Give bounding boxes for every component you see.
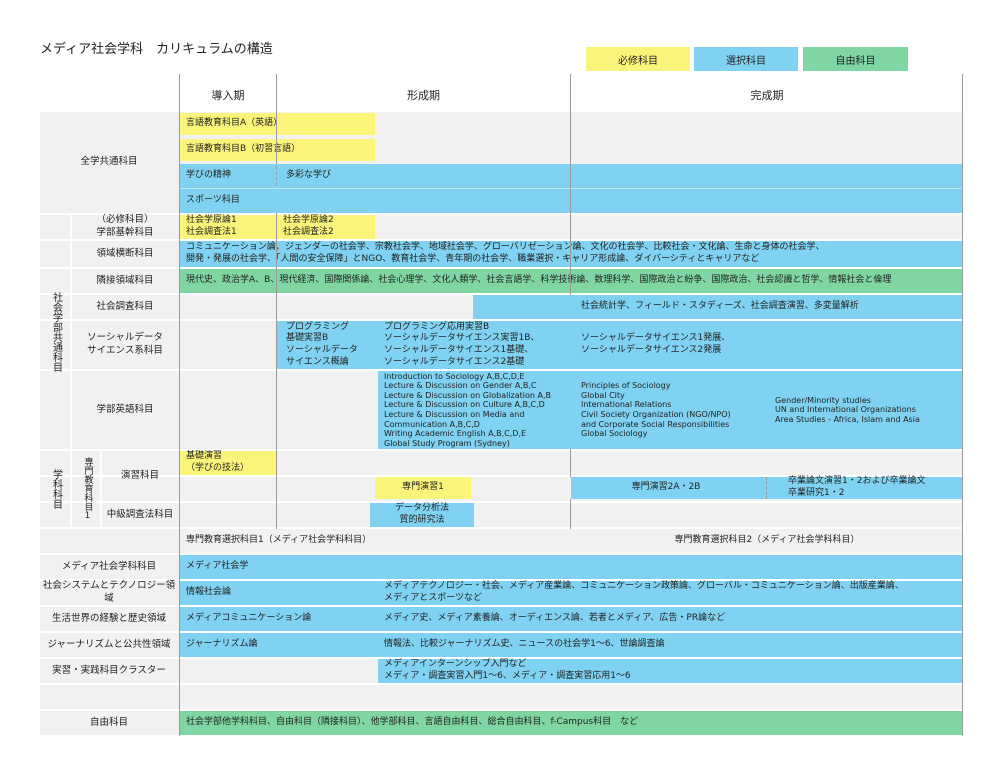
label-gakubu-vertical: 社会学部共通科目 [50,292,62,372]
cell-jouhou: 情報社会論 [186,587,232,598]
label-kiso: （必修科目） 学部基幹科目 [96,214,154,238]
label-rinsetsu: 隣接領域科目 [96,274,154,286]
label-gakka-vertical: 学科科目 [50,469,62,509]
period-intro: 導入期 [211,89,245,102]
label-senmon-vertical: 専門教育科目1 [82,457,93,521]
period-line [962,74,963,736]
legend-elective: 選択科目 [694,47,798,71]
period-formation: 形成期 [407,89,440,102]
label-seikatsu: 生活世界の経験と歴史領域 [51,612,166,624]
cell-gengo-a: 言語教育科目A（英語） [180,113,375,135]
label-zengaku: 全学共通科目 [80,156,138,168]
label-media: メディア社会学科科目 [61,560,157,572]
cell-sds3: ソーシャルデータサイエンス1発展、 ソーシャルデータサイエンス2発展 [581,333,731,355]
cell-media-comm: メディアコミュニケーション論 [186,613,312,624]
period-line [570,74,571,295]
period-line [570,499,571,529]
cell-data: データ分析法 質的研究法 [370,503,474,527]
cell-seikatsu: メディア史、メディア素養論、オーディエンス論、若者とメディア、広告・PR論など [384,613,726,624]
cell-eigo3: Gender/Minority studies UN and Internati… [775,395,920,424]
legend-free: 自由科目 [803,47,908,71]
cell-ryouiki: コミュニケーション論、ジェンダーの社会学、宗教社会学、地域社会学、グローバリゼー… [180,241,963,267]
period-line [570,449,571,477]
header-senmon-sentaku2: 専門教育選択科目2（メディア社会学科科目） [674,535,860,546]
cell-media: メディア社会学 [180,555,963,579]
label-eigo: 学部英語科目 [96,403,154,415]
cell-sds1: プログラミング 基礎実習B ソーシャルデータ サイエンス概論 [286,321,358,367]
label-jiyu: 自由科目 [89,716,128,728]
cell-eigo2: Principles of Sociology Global City Inte… [581,381,731,439]
label-sds: ソーシャルデータ サイエンス系科目 [87,332,163,356]
separator [70,451,72,527]
period-line [276,213,277,529]
cell-kiso2: 社会学原論2 社会調査法2 [277,215,375,239]
cell-tasai: 多彩な学び [286,170,332,181]
page-title: メディア社会学科 カリキュラムの構造 [40,42,273,57]
label-system: 社会システムとテクノロジー領域 [42,580,176,604]
label-jisshu: 実習・実践科目クラスター [52,664,166,676]
label-ryouiki: 領域横断科目 [96,247,154,259]
cell-sports: スポーツ科目 [186,195,240,206]
cell-sotsuron: 卒業論文演習1・2および卒業論文 卒業研究1・2 [788,476,926,498]
cell-journalism: ジャーナリズム論 [186,639,258,650]
cell-kiso1: 社会学原論1 社会調査法1 [180,215,276,239]
period-line [179,74,180,736]
header-senmon-sentaku1: 専門教育選択科目1（メディア社会学科科目） [186,535,372,546]
period-completion: 完成期 [750,89,784,102]
cell-journalism2: 情報法、比較ジャーナリズム史、ニュースの社会学1～6、世論調査論 [384,639,665,650]
cell-system: メディアテクノロジー・社会、メディア産業論、コミュニケーション政策論、グローバル… [384,581,904,603]
cell-manabi: 学びの精神 [186,170,232,181]
separator [70,215,72,449]
cell-gengo-b: 言語教育科目B（初習言語） [180,139,375,161]
cell-senmon1: 専門演習1 [375,477,471,499]
dashed-divider [276,166,277,186]
cell-sds2: プログラミング応用実習B ソーシャルデータサイエンス実習1B、 ソーシャルデータ… [384,321,540,367]
separator [100,451,102,527]
cell-eigo1: Introduction to Sociology A,B,C,D,E Lect… [384,371,552,448]
label-chukyu: 中級調査法科目 [106,508,174,520]
cell-rinsetsu: 現代史、政治学A、B、現代経済、国際関係論、社会心理学、文化人類学、社会言語学、… [180,269,963,293]
period-line [276,74,277,164]
cell-jiyu: 社会学部他学科科目、自由科目（隣接科目）、他学部科目、言語自由科目、総合自由科目… [180,711,963,735]
cell-jisshu: メディアインターンシップ入門など メディア・調査実習入門1～6、メディア・調査実… [384,659,631,681]
cell-chousa: 社会統計学、フィールド・スタディーズ、社会調査演習、多変量解析 [581,301,859,312]
cell-kiso-enshu: 基礎演習 （学びの技法） [180,451,276,475]
label-journalism: ジャーナリズムと公共性領域 [47,638,171,650]
legend-required: 必修科目 [586,47,690,71]
dashed-divider [766,477,767,499]
label-chousa: 社会調査科目 [96,300,154,312]
cell-senmon2: 専門演習2A・2B [631,482,701,493]
label-enshu: 演習科目 [120,469,159,481]
